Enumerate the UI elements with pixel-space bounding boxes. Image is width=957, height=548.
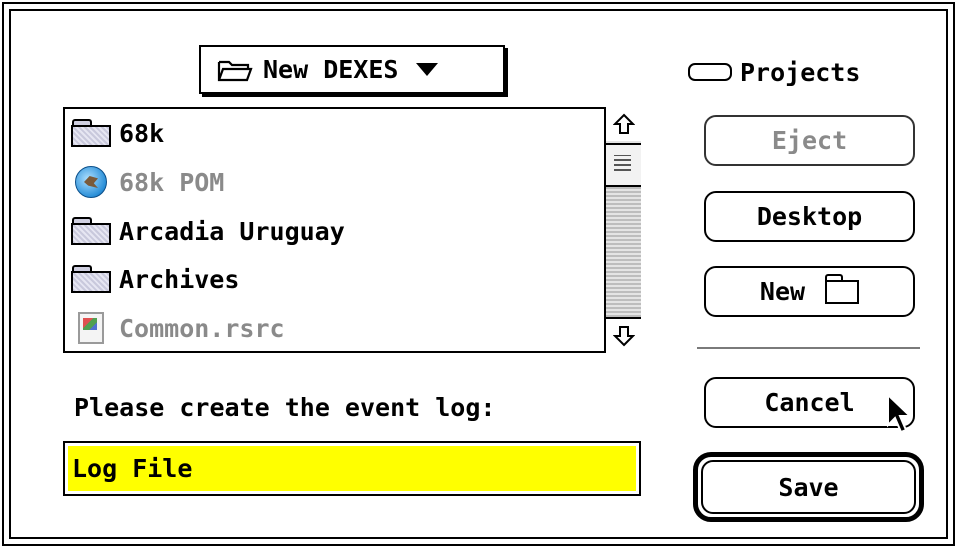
list-item[interactable]: Archives	[71, 257, 239, 301]
file-list-scrollbar[interactable]	[604, 107, 641, 353]
scroll-down-arrow-icon[interactable]	[606, 317, 641, 353]
folder-icon	[71, 119, 111, 147]
new-folder-button[interactable]: New	[704, 266, 915, 317]
list-item-label: 68k POM	[119, 167, 225, 197]
list-item-label: 68k	[119, 118, 165, 148]
filename-selection: Log File	[68, 446, 636, 491]
desktop-button-label: Desktop	[756, 202, 863, 231]
new-folder-button-label: New	[759, 277, 806, 306]
list-item-label: Common.rsrc	[119, 313, 285, 343]
popup-arrow-icon	[416, 63, 439, 76]
eject-button[interactable]: Eject	[704, 115, 915, 166]
button-divider	[697, 347, 920, 349]
eject-button-label: Eject	[771, 126, 848, 155]
scroll-up-arrow-icon[interactable]	[606, 107, 641, 143]
list-item-label: Archives	[119, 264, 240, 294]
list-item-label: Arcadia Uruguay	[119, 216, 345, 246]
list-item[interactable]: 68k POM	[71, 160, 224, 204]
new-folder-icon	[825, 273, 860, 304]
desktop-button[interactable]: Desktop	[704, 191, 915, 242]
application-icon	[75, 166, 107, 198]
save-button[interactable]: Save	[701, 460, 916, 514]
filename-input[interactable]: Log File	[63, 441, 641, 496]
open-folder-icon	[217, 60, 253, 81]
folder-popup-menu[interactable]: New DEXES	[199, 45, 505, 94]
disk-label[interactable]: Projects	[688, 54, 860, 90]
folder-icon	[71, 217, 111, 245]
list-item[interactable]: Common.rsrc	[71, 306, 285, 350]
cancel-button-label: Cancel	[764, 388, 855, 417]
scroll-thumb[interactable]	[606, 143, 641, 187]
folder-popup-label: New DEXES	[263, 55, 399, 84]
folder-icon	[71, 265, 111, 293]
file-list[interactable]: 68k 68k POM Arcadia Uruguay Archives Com…	[63, 107, 641, 353]
save-button-label: Save	[778, 472, 839, 502]
save-prompt: Please create the event log:	[74, 393, 496, 422]
filename-value: Log File	[72, 454, 193, 483]
list-item[interactable]: Arcadia Uruguay	[71, 209, 345, 253]
disk-name: Projects	[740, 57, 861, 87]
cancel-button[interactable]: Cancel	[704, 377, 915, 428]
resource-file-icon	[78, 312, 104, 344]
mouse-pointer-icon	[887, 392, 913, 434]
list-item[interactable]: 68k	[71, 111, 164, 155]
drive-icon	[688, 63, 732, 81]
